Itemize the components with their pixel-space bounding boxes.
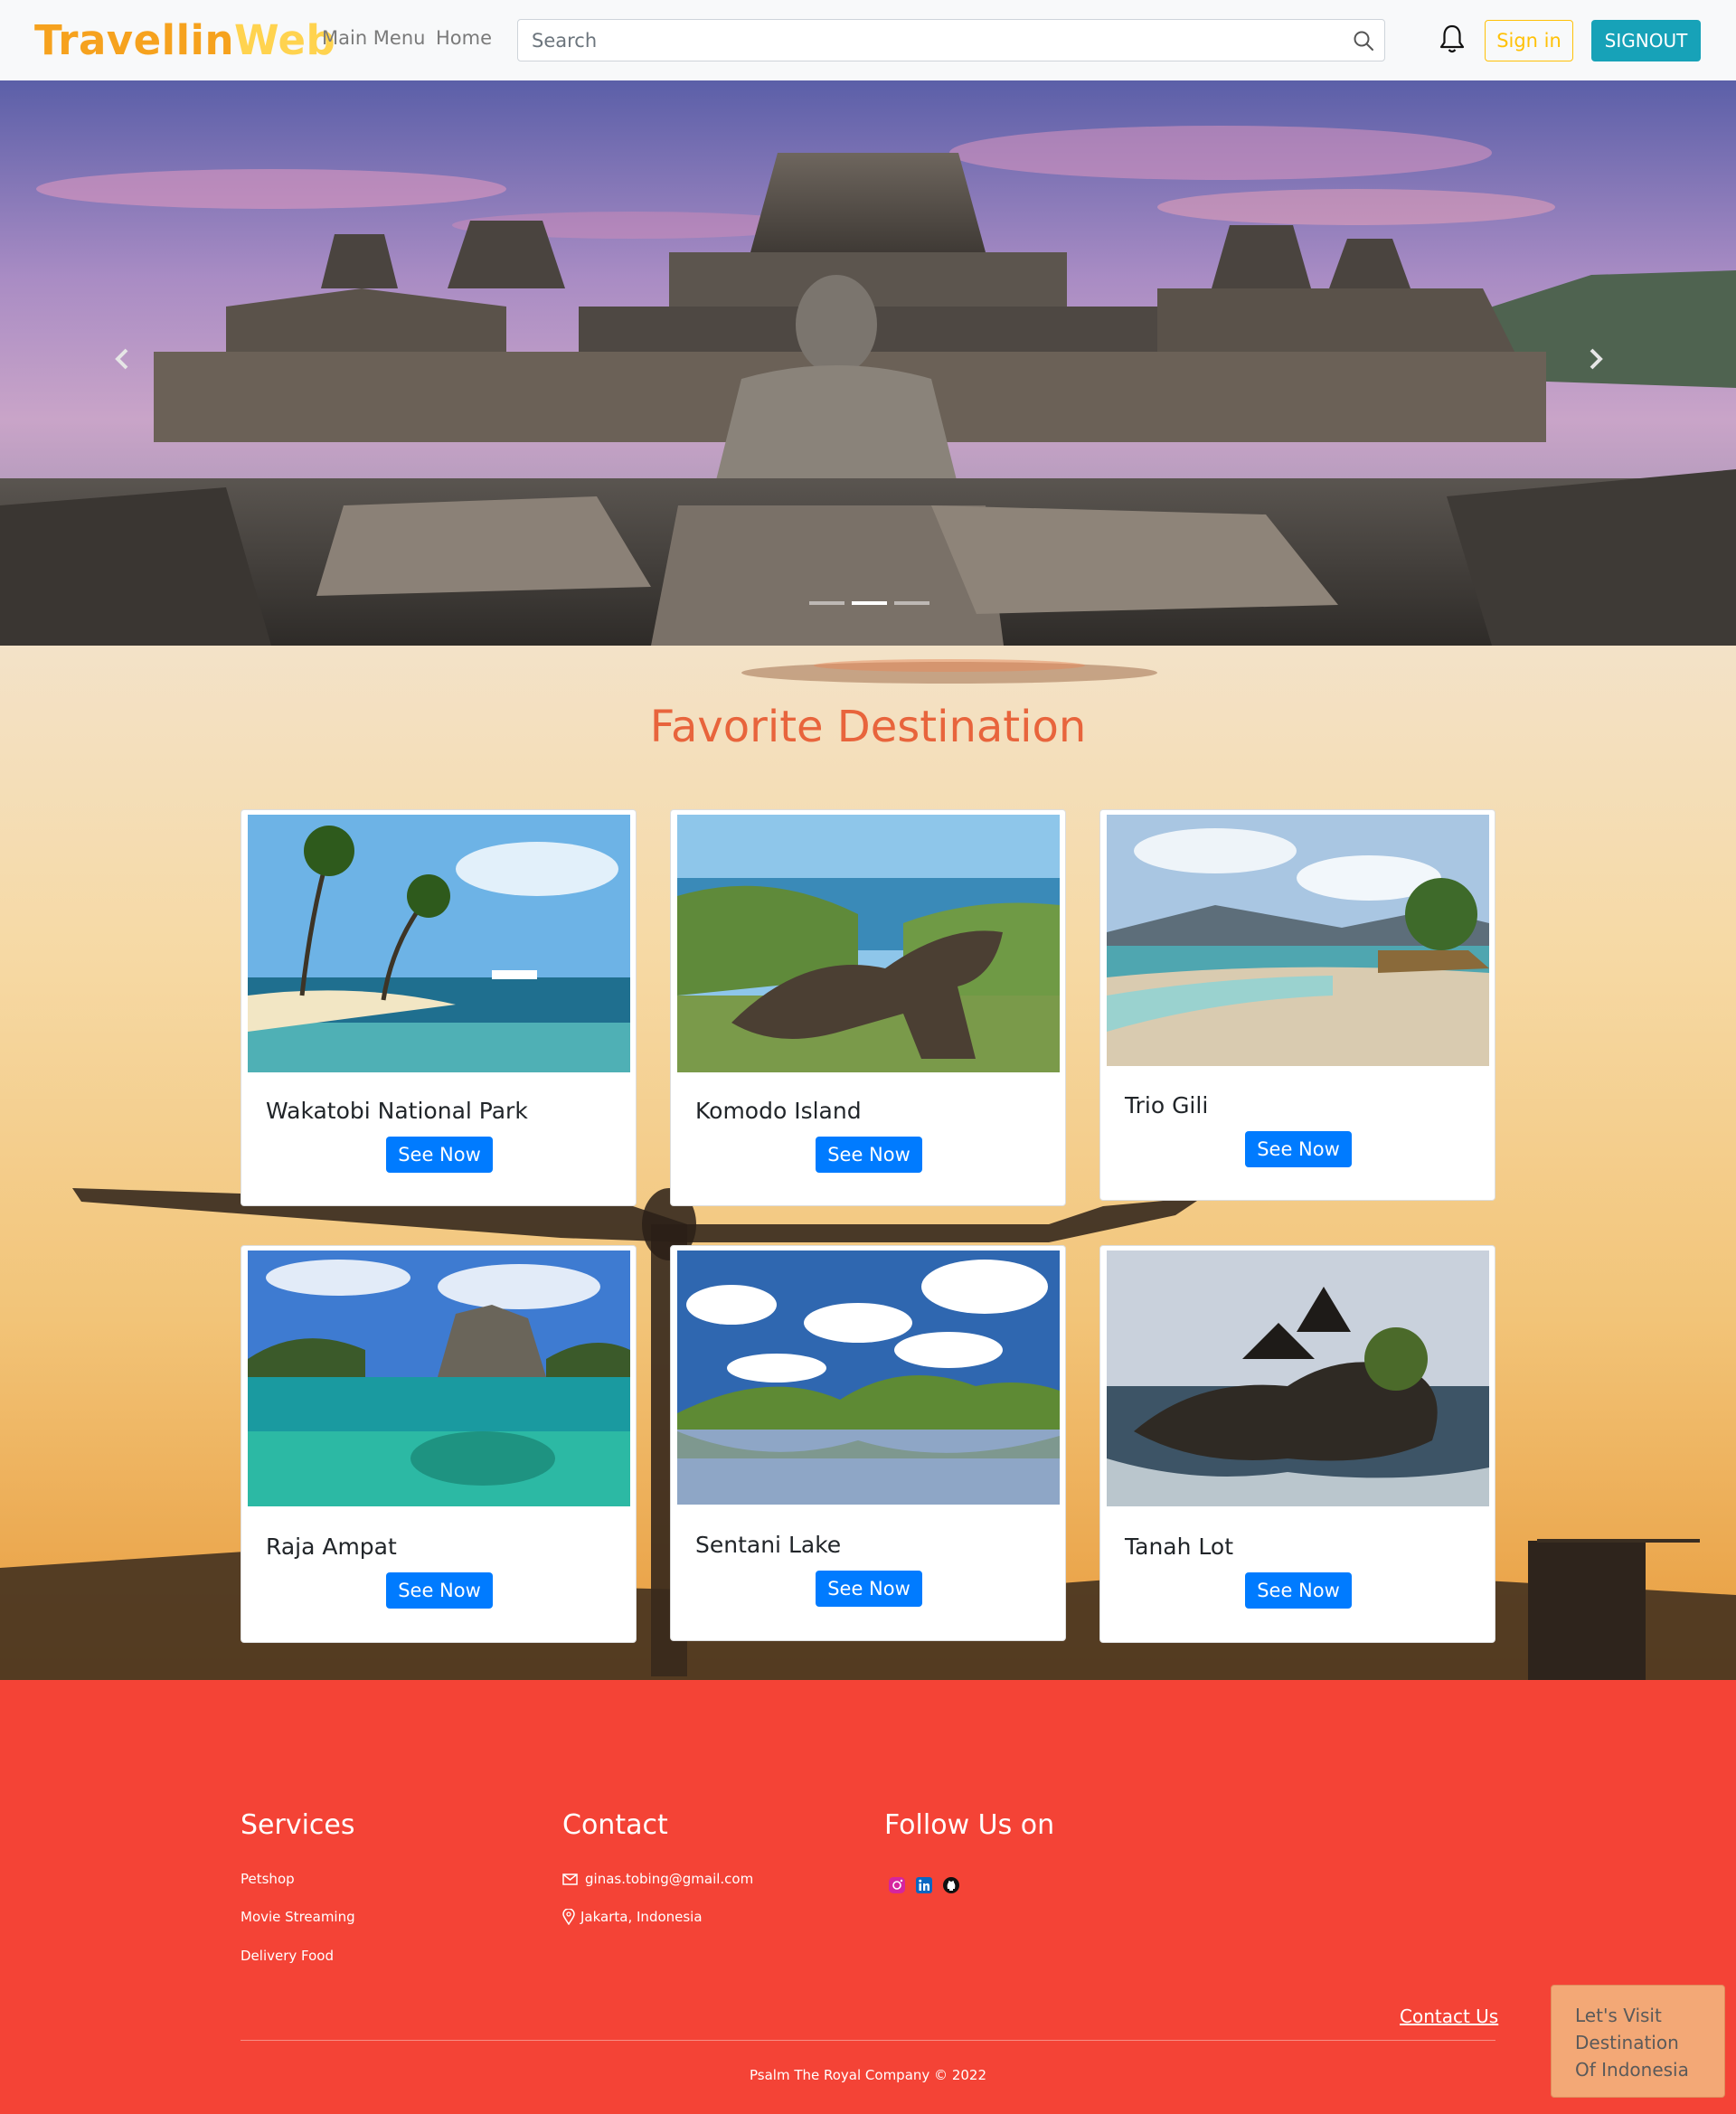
contact-location: Jakarta, Indonesia xyxy=(562,1909,703,1925)
carousel-indicator[interactable] xyxy=(809,601,844,605)
search-icon[interactable] xyxy=(1352,29,1375,52)
card-image-raja-ampat[interactable] xyxy=(248,1250,630,1506)
github-icon[interactable] xyxy=(942,1876,960,1894)
chevron-right-icon xyxy=(1590,348,1603,370)
contact-title: Contact xyxy=(562,1809,668,1841)
card-title: Sentani Lake xyxy=(695,1532,842,1558)
see-now-button[interactable]: See Now xyxy=(1245,1572,1352,1609)
linkedin-icon[interactable] xyxy=(915,1876,933,1894)
service-link-delivery[interactable]: Delivery Food xyxy=(241,1948,334,1964)
see-now-button[interactable]: See Now xyxy=(386,1572,493,1609)
follow-title: Follow Us on xyxy=(884,1809,1055,1841)
footer-divider xyxy=(241,2040,1495,2041)
signin-button[interactable]: Sign in xyxy=(1485,20,1573,61)
visit-line: Let's Visit xyxy=(1575,2005,1662,2026)
navbar: TravellinWeb Main Menu Home Sign in SIGN… xyxy=(0,0,1736,80)
destination-card: Trio Gili See Now xyxy=(1099,809,1495,1201)
hero-carousel xyxy=(0,80,1736,646)
hero-image xyxy=(0,80,1736,646)
contact-email[interactable]: ginas.tobing@gmail.com xyxy=(562,1871,753,1887)
card-title: Komodo Island xyxy=(695,1098,862,1124)
card-image-sentani[interactable] xyxy=(677,1250,1060,1505)
social-icons xyxy=(888,1876,960,1894)
visit-indonesia-popup[interactable]: Let's Visit Destination Of Indonesia xyxy=(1551,1985,1725,2098)
chevron-left-icon xyxy=(115,348,128,370)
brand-part2: Web xyxy=(233,16,336,64)
footer: Services Petshop Movie Streaming Deliver… xyxy=(0,1680,1736,2114)
card-image-wakatobi[interactable] xyxy=(248,815,630,1072)
brand-logo[interactable]: TravellinWeb xyxy=(34,16,335,64)
instagram-icon[interactable] xyxy=(888,1876,906,1894)
service-link-movie[interactable]: Movie Streaming xyxy=(241,1909,355,1925)
see-now-button[interactable]: See Now xyxy=(386,1137,493,1173)
bell-icon[interactable] xyxy=(1439,24,1466,54)
destination-card: Raja Ampat See Now xyxy=(241,1245,637,1643)
see-now-button[interactable]: See Now xyxy=(816,1571,922,1607)
see-now-button[interactable]: See Now xyxy=(816,1137,922,1173)
nav-home[interactable]: Home xyxy=(436,27,492,49)
carousel-prev-button[interactable] xyxy=(113,347,149,383)
search-box xyxy=(517,19,1385,61)
carousel-indicator-active[interactable] xyxy=(852,601,887,605)
card-image-trio-gili[interactable] xyxy=(1107,815,1489,1066)
carousel-next-button[interactable] xyxy=(1587,347,1623,383)
destination-card: Sentani Lake See Now xyxy=(670,1245,1066,1641)
location-text: Jakarta, Indonesia xyxy=(580,1909,703,1925)
brand-part1: Travellin xyxy=(34,16,234,64)
destinations-section: Favorite Destination Wakatobi National P… xyxy=(0,646,1736,1680)
visit-line: Destination xyxy=(1575,2032,1679,2053)
card-image-tanah-lot[interactable] xyxy=(1107,1250,1489,1506)
card-title: Raja Ampat xyxy=(266,1534,397,1560)
search-input[interactable] xyxy=(518,20,1332,61)
visit-line: Of Indonesia xyxy=(1575,2059,1689,2081)
destination-card: Tanah Lot See Now xyxy=(1099,1245,1495,1643)
nav-main-menu[interactable]: Main Menu xyxy=(322,27,425,49)
card-image-komodo[interactable] xyxy=(677,815,1060,1072)
email-text: ginas.tobing@gmail.com xyxy=(585,1871,754,1887)
contact-us-link[interactable]: Contact Us xyxy=(1400,2005,1498,2027)
carousel-indicators xyxy=(809,601,929,605)
services-title: Services xyxy=(241,1809,355,1841)
destination-card: Wakatobi National Park See Now xyxy=(241,809,637,1206)
destination-card: Komodo Island See Now xyxy=(670,809,1066,1206)
envelope-icon xyxy=(562,1873,578,1885)
section-title: Favorite Destination xyxy=(649,702,1087,752)
copyright: Psalm The Royal Company © 2022 xyxy=(749,2067,986,2083)
card-title: Tanah Lot xyxy=(1125,1534,1233,1560)
card-title: Wakatobi National Park xyxy=(266,1098,528,1124)
carousel-indicator[interactable] xyxy=(894,601,929,605)
signout-button[interactable]: SIGNOUT xyxy=(1591,20,1701,61)
location-pin-icon xyxy=(562,1909,575,1925)
see-now-button[interactable]: See Now xyxy=(1245,1131,1352,1167)
service-link-petshop[interactable]: Petshop xyxy=(241,1871,295,1887)
card-title: Trio Gili xyxy=(1125,1092,1209,1118)
